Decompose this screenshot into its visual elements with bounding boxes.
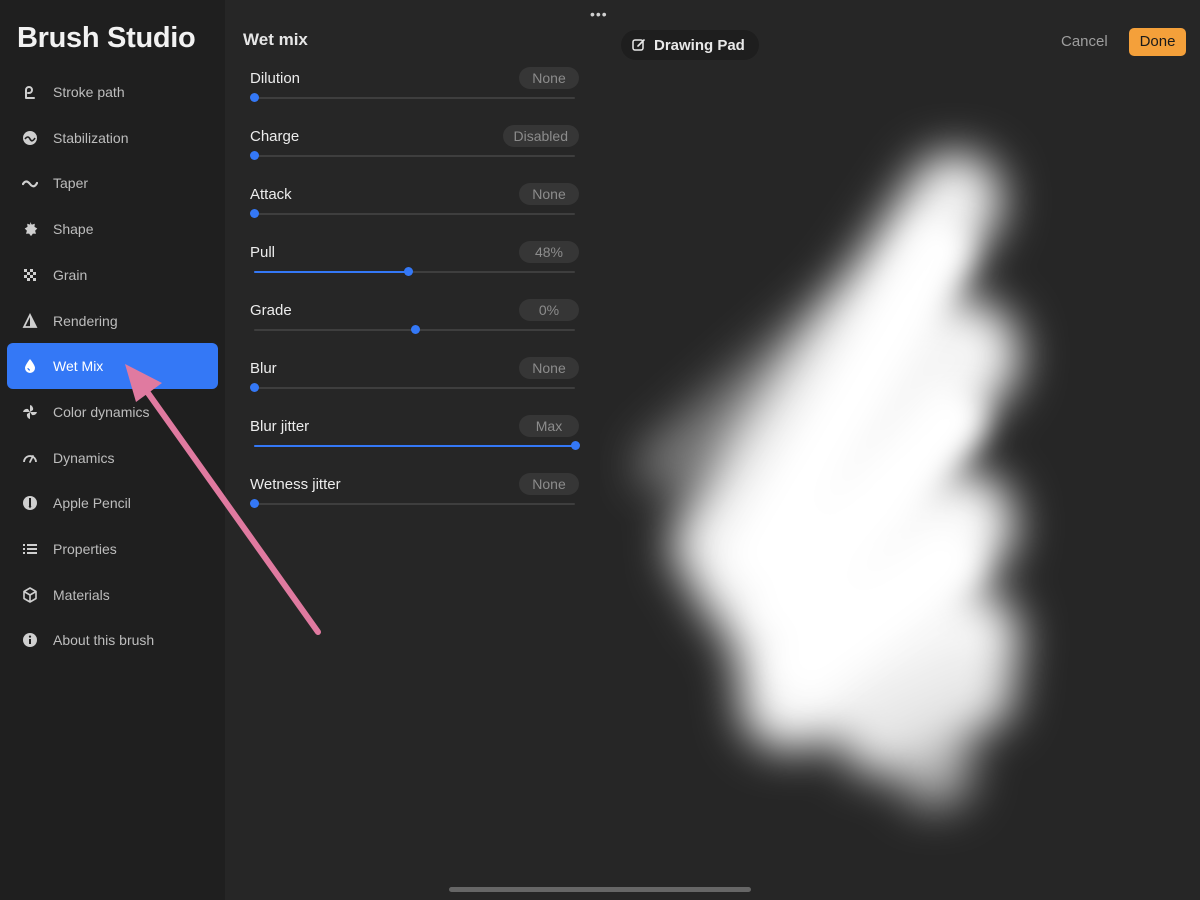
slider-thumb[interactable] bbox=[410, 325, 420, 334]
setting-label: Blur bbox=[250, 360, 277, 377]
sidebar-item-properties[interactable]: Properties bbox=[7, 526, 218, 572]
slider-thumb[interactable] bbox=[250, 383, 259, 392]
slider-track[interactable] bbox=[250, 151, 575, 160]
setting-label: Dilution bbox=[250, 70, 301, 87]
materials-icon bbox=[21, 586, 39, 604]
sidebar-item-materials[interactable]: Materials bbox=[7, 572, 218, 618]
app-title: Brush Studio bbox=[17, 22, 196, 54]
setting-wetness-jitter: Wetness jitter None bbox=[225, 473, 600, 534]
stroke-path-icon bbox=[21, 83, 39, 101]
setting-value-badge[interactable]: None bbox=[519, 473, 579, 495]
sidebar-item-label: Wet Mix bbox=[53, 358, 104, 375]
sidebar-item-stabilization[interactable]: Stabilization bbox=[7, 115, 218, 161]
slider-thumb[interactable] bbox=[404, 267, 414, 276]
sidebar-item-label: Color dynamics bbox=[53, 403, 150, 420]
sidebar-item-wet-mix[interactable]: Wet Mix bbox=[7, 343, 218, 390]
panel-title: Wet mix bbox=[243, 30, 308, 49]
slider-thumb[interactable] bbox=[250, 499, 259, 508]
setting-value-badge[interactable]: None bbox=[519, 67, 579, 89]
settings-panel: Wet mix Dilution None Charge Disabled Attack… bbox=[225, 0, 600, 900]
setting-label: Charge bbox=[250, 128, 300, 145]
stabilization-icon bbox=[21, 129, 39, 147]
slider-track[interactable] bbox=[250, 93, 575, 102]
setting-label: Attack bbox=[250, 186, 292, 203]
slider-thumb[interactable] bbox=[571, 441, 580, 450]
sidebar-item-dynamics[interactable]: Dynamics bbox=[7, 435, 218, 481]
sidebar-item-label: Materials bbox=[53, 586, 110, 603]
slider-fill bbox=[254, 271, 409, 273]
setting-value-badge[interactable]: None bbox=[519, 183, 579, 205]
slider-track[interactable] bbox=[254, 441, 580, 450]
slider-track[interactable] bbox=[254, 325, 575, 334]
slider-track[interactable] bbox=[250, 383, 575, 392]
sidebar-item-apple-pencil[interactable]: Apple Pencil bbox=[7, 480, 218, 526]
slider-thumb[interactable] bbox=[250, 209, 259, 218]
sidebar-item-label: Stroke path bbox=[53, 84, 125, 100]
grain-icon bbox=[21, 266, 39, 284]
sidebar-item-about-this-brush[interactable]: About this brush bbox=[7, 617, 218, 663]
apple-pencil-icon bbox=[21, 494, 39, 512]
droplet-icon bbox=[21, 357, 39, 375]
setting-grade: Grade 0% bbox=[225, 299, 600, 360]
drawing-pad-button[interactable]: Drawing Pad bbox=[621, 30, 759, 60]
taper-icon bbox=[21, 174, 39, 192]
shape-icon bbox=[21, 220, 39, 238]
sidebar-item-color-dynamics[interactable]: Color dynamics bbox=[7, 389, 218, 435]
sidebar-item-taper[interactable]: Taper bbox=[7, 160, 218, 206]
sidebar-item-label: Dynamics bbox=[53, 449, 115, 466]
sidebar-item-label: Grain bbox=[53, 266, 88, 283]
sidebar-item-label: Stabilization bbox=[53, 129, 129, 146]
drawing-canvas[interactable] bbox=[600, 0, 1200, 900]
drawing-pad-label: Drawing Pad bbox=[654, 36, 745, 54]
setting-blur: Blur None bbox=[225, 357, 600, 418]
setting-value-badge[interactable]: Max bbox=[519, 415, 579, 437]
properties-icon bbox=[21, 540, 39, 558]
sidebar-item-label: Properties bbox=[53, 541, 117, 557]
setting-label: Wetness jitter bbox=[250, 476, 341, 493]
rendering-icon bbox=[21, 312, 39, 330]
info-icon bbox=[21, 631, 39, 649]
done-button[interactable]: Done bbox=[1129, 28, 1186, 56]
sidebar-item-rendering[interactable]: Rendering bbox=[7, 298, 218, 344]
sidebar-item-label: About this brush bbox=[53, 632, 155, 649]
edit-icon bbox=[632, 39, 645, 51]
setting-value-badge[interactable]: 48% bbox=[519, 241, 579, 263]
slider-track[interactable] bbox=[250, 209, 575, 218]
setting-value-badge[interactable]: 0% bbox=[519, 299, 579, 321]
setting-label: Pull bbox=[250, 244, 276, 261]
brush-stroke-preview bbox=[637, 152, 1020, 808]
color-dynamics-icon bbox=[21, 403, 39, 421]
setting-label: Grade bbox=[250, 302, 292, 319]
setting-blur-jitter: Blur jitter Max bbox=[225, 415, 600, 476]
setting-charge: Charge Disabled bbox=[225, 125, 600, 186]
cancel-button[interactable]: Cancel bbox=[1061, 33, 1108, 50]
setting-value-badge[interactable]: None bbox=[519, 357, 579, 379]
sidebar-item-label: Apple Pencil bbox=[53, 495, 131, 512]
dynamics-icon bbox=[21, 449, 39, 467]
sidebar-item-stroke-path[interactable]: Stroke path bbox=[7, 69, 218, 115]
slider-track[interactable] bbox=[250, 499, 575, 508]
sidebar: Brush Studio Stroke path Stabilization Tap… bbox=[0, 0, 225, 900]
sidebar-item-label: Rendering bbox=[53, 312, 118, 329]
sidebar-item-label: Taper bbox=[53, 175, 89, 192]
slider-fill bbox=[254, 445, 575, 447]
setting-label: Blur jitter bbox=[250, 418, 310, 435]
home-indicator[interactable] bbox=[449, 887, 751, 892]
setting-attack: Attack None bbox=[225, 183, 600, 244]
ellipsis-icon[interactable]: ••• bbox=[590, 6, 608, 22]
slider-track[interactable] bbox=[254, 267, 575, 276]
slider-thumb[interactable] bbox=[250, 151, 259, 160]
setting-pull: Pull 48% bbox=[225, 241, 600, 302]
sidebar-item-label: Shape bbox=[53, 221, 94, 238]
slider-thumb[interactable] bbox=[250, 93, 259, 102]
sidebar-item-shape[interactable]: Shape bbox=[7, 206, 218, 252]
sidebar-item-grain[interactable]: Grain bbox=[7, 252, 218, 298]
setting-value-badge[interactable]: Disabled bbox=[502, 125, 579, 147]
setting-dilution: Dilution None bbox=[225, 67, 600, 128]
